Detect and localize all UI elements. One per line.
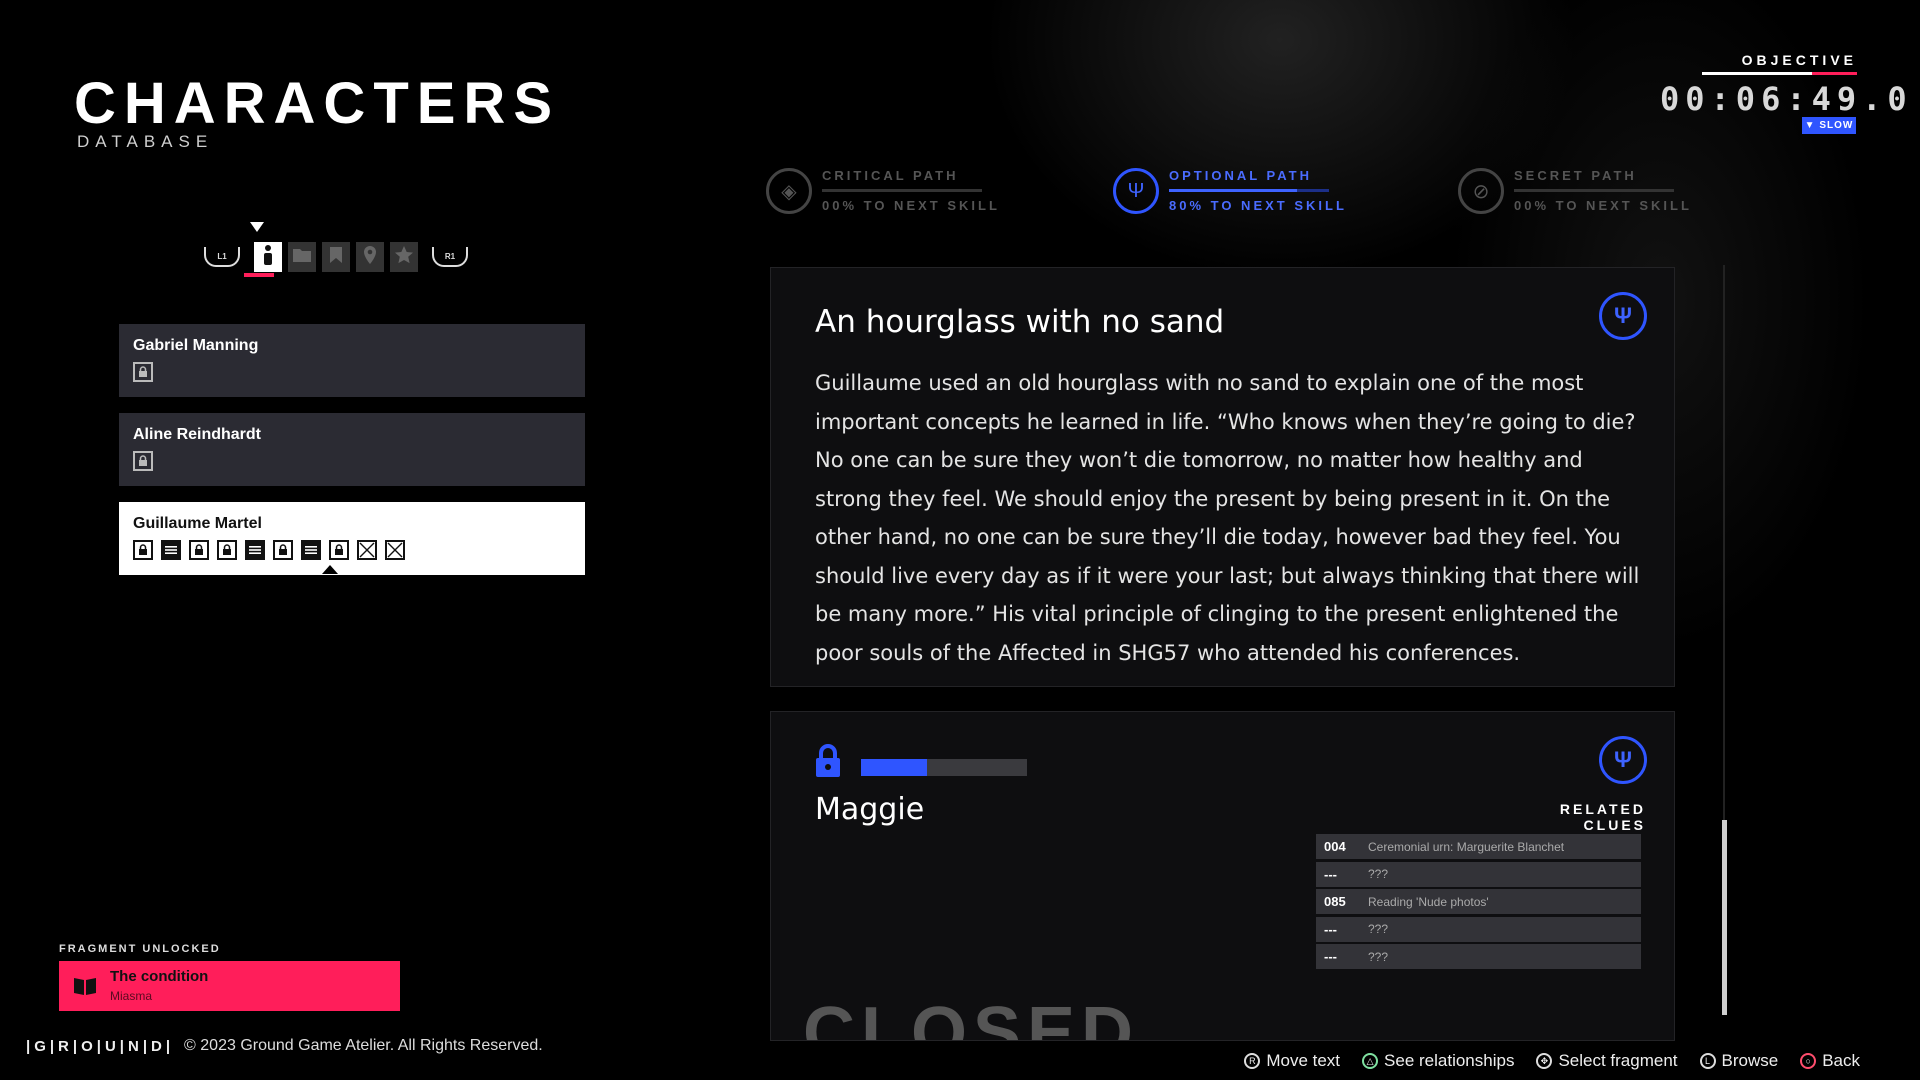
lock-icon[interactable] bbox=[133, 540, 153, 560]
character-fragment-name: Maggie bbox=[815, 792, 925, 827]
unlock-progress-bar bbox=[861, 759, 1027, 776]
path-progress-text: 00% TO NEXT SKILL bbox=[1514, 198, 1692, 213]
related-clues-label: RELATED CLUES bbox=[1559, 801, 1646, 833]
r1-shoulder-button[interactable]: R1 bbox=[432, 247, 468, 267]
path-progress-bar bbox=[822, 189, 982, 192]
prompt-back[interactable]: ○ Back bbox=[1800, 1051, 1860, 1071]
book-icon bbox=[73, 976, 97, 1002]
button-prompts: R Move text △ See relationships ✥ Select fr… bbox=[1200, 1051, 1860, 1071]
scrollbar-thumb[interactable] bbox=[1722, 820, 1727, 1015]
active-tab-marker bbox=[250, 222, 264, 232]
star-icon bbox=[394, 245, 414, 270]
clue-row: 004 Ceremonial urn: Marguerite Blanchet bbox=[1316, 834, 1641, 859]
path-progress-bar bbox=[1514, 189, 1674, 192]
selected-fragment-notch bbox=[322, 565, 338, 574]
fragment-icons bbox=[133, 451, 153, 471]
optional-path-emblem-icon: Ψ bbox=[1599, 736, 1647, 784]
footer: |G|R|O|U|N|D| © 2023 Ground Game Atelier… bbox=[26, 1037, 543, 1055]
studio-logo: |G|R|O|U|N|D| bbox=[26, 1037, 175, 1055]
character-name: Aline Reindhardt bbox=[133, 426, 262, 443]
page-title: CHARACTERS bbox=[74, 71, 560, 136]
unlock-progress-fill bbox=[861, 759, 928, 776]
prompt-move-text[interactable]: R Move text bbox=[1244, 1051, 1340, 1071]
right-stick-icon: R bbox=[1244, 1053, 1261, 1069]
tab-characters[interactable] bbox=[254, 242, 282, 272]
dpad-icon: ✥ bbox=[1536, 1053, 1553, 1069]
empty-slot-icon[interactable] bbox=[357, 540, 377, 560]
fragment-card: An hourglass with no sand Ψ Guillaume us… bbox=[770, 267, 1675, 687]
path-label: OPTIONAL PATH bbox=[1169, 168, 1312, 183]
fragment-icons bbox=[133, 362, 153, 382]
path-label: CRITICAL PATH bbox=[822, 168, 959, 183]
person-icon bbox=[261, 244, 275, 271]
fragment-unlocked-toast: The condition Miasma bbox=[59, 961, 400, 1011]
fragment-icons bbox=[133, 540, 405, 560]
optional-path-emblem-icon: Ψ bbox=[1599, 292, 1647, 340]
clue-row: ---??? bbox=[1316, 861, 1641, 887]
active-tab-underline bbox=[244, 273, 274, 277]
location-pin-icon bbox=[362, 245, 378, 270]
path-progress-fill bbox=[1169, 189, 1297, 192]
locked-fragment-card: Maggie Ψ RELATED CLUES 004 Ceremonial urn… bbox=[770, 711, 1675, 1041]
lock-icon[interactable] bbox=[217, 540, 237, 560]
triangle-button-icon: △ bbox=[1362, 1053, 1379, 1069]
prompt-select-fragment[interactable]: ✥ Select fragment bbox=[1536, 1051, 1678, 1071]
category-tabs: L1 R1 bbox=[196, 240, 476, 274]
prompt-browse[interactable]: L Browse bbox=[1699, 1051, 1778, 1071]
secret-path-icon: ⊘ bbox=[1458, 168, 1504, 214]
tab-favorites[interactable] bbox=[390, 242, 418, 272]
lock-icon bbox=[133, 451, 153, 471]
objective-timer: 00:06:49.0 bbox=[1660, 80, 1913, 118]
circle-button-icon: ○ bbox=[1800, 1053, 1817, 1069]
closed-stamp: CLOSED bbox=[803, 993, 1140, 1041]
folder-icon bbox=[292, 247, 312, 268]
bookmark-icon bbox=[329, 246, 343, 269]
speed-badge: ▼ SLOW bbox=[1802, 117, 1856, 134]
document-icon[interactable] bbox=[245, 540, 265, 560]
objective-divider-accent bbox=[1812, 72, 1857, 75]
fragment-body-text[interactable]: Guillaume used an old hourglass with no … bbox=[815, 364, 1645, 672]
objective-label: OBJECTIVE bbox=[1741, 52, 1857, 68]
clue-row: ---??? bbox=[1316, 916, 1641, 942]
page-subtitle: DATABASE bbox=[77, 132, 214, 151]
document-icon[interactable] bbox=[161, 540, 181, 560]
lock-icon[interactable] bbox=[273, 540, 293, 560]
path-label: SECRET PATH bbox=[1514, 168, 1637, 183]
character-item-guillaume-martel[interactable]: Guillaume Martel bbox=[119, 502, 585, 575]
path-progress-text: 80% TO NEXT SKILL bbox=[1169, 198, 1347, 213]
related-clues-list: 004 Ceremonial urn: Marguerite Blanchet -… bbox=[1316, 834, 1641, 972]
copyright-text: © 2023 Ground Game Atelier. All Rights R… bbox=[184, 1037, 543, 1054]
lock-icon[interactable] bbox=[189, 540, 209, 560]
character-item-aline-reindhardt[interactable]: Aline Reindhardt bbox=[119, 413, 585, 486]
tab-bookmarks[interactable] bbox=[322, 242, 350, 272]
prompt-see-relationships[interactable]: △ See relationships bbox=[1362, 1051, 1514, 1071]
tab-locations[interactable] bbox=[356, 242, 384, 272]
character-name: Guillaume Martel bbox=[133, 515, 262, 532]
critical-path-icon: ◈ bbox=[766, 168, 812, 214]
fragment-title: An hourglass with no sand bbox=[815, 304, 1225, 340]
lock-icon[interactable] bbox=[329, 540, 349, 560]
character-item-gabriel-manning[interactable]: Gabriel Manning bbox=[119, 324, 585, 397]
lock-icon bbox=[813, 744, 843, 778]
l1-shoulder-button[interactable]: L1 bbox=[204, 247, 240, 267]
character-name: Gabriel Manning bbox=[133, 337, 259, 354]
toast-subtitle: Miasma bbox=[110, 989, 153, 1003]
path-progress-text: 00% TO NEXT SKILL bbox=[822, 198, 1000, 213]
fragment-unlocked-label: FRAGMENT UNLOCKED bbox=[59, 943, 221, 955]
clue-row: 085 Reading 'Nude photos' bbox=[1316, 889, 1641, 914]
clue-row: ---??? bbox=[1316, 944, 1641, 969]
document-icon[interactable] bbox=[301, 540, 321, 560]
optional-path-icon: Ψ bbox=[1113, 168, 1159, 214]
lock-icon bbox=[133, 362, 153, 382]
left-stick-icon: L bbox=[1699, 1053, 1716, 1069]
tab-documents[interactable] bbox=[288, 242, 316, 272]
toast-title: The condition bbox=[110, 968, 209, 985]
path-progress-bar bbox=[1169, 189, 1329, 192]
empty-slot-icon[interactable] bbox=[385, 540, 405, 560]
